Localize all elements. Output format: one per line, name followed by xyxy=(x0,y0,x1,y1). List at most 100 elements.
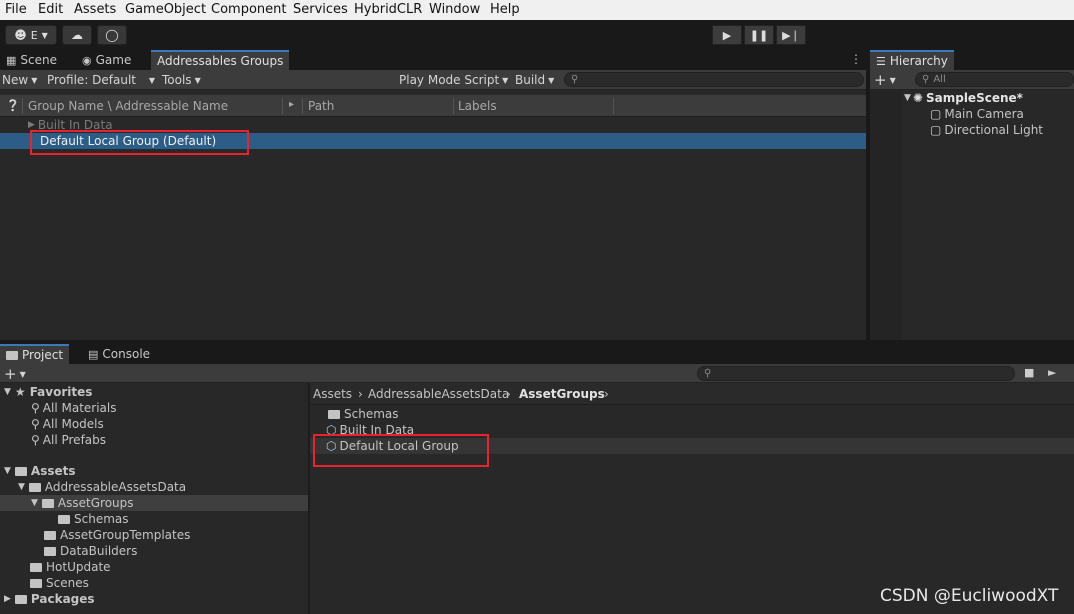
account-icon: ☻ xyxy=(14,28,27,42)
new-dropdown[interactable]: New ▼ xyxy=(2,72,37,88)
tools-dropdown[interactable]: Tools ▼ xyxy=(162,72,201,88)
tree-label: All Materials xyxy=(42,401,117,415)
tab-game[interactable]: ◉ Game xyxy=(82,50,131,70)
folder-icon xyxy=(6,350,18,360)
collapse-arrow-icon[interactable]: ▼ xyxy=(18,482,25,492)
scene-name: SampleScene* xyxy=(925,91,1023,105)
tab-console-label: Console xyxy=(102,347,151,361)
tree-label: AddressableAssetsData xyxy=(44,480,187,494)
addressables-toolbar: New ▼ Profile: Default ▼ Tools ▼ Play Mo… xyxy=(0,70,866,90)
dropdown-arrow-icon: ▼ xyxy=(502,75,509,85)
folder-icon xyxy=(14,594,27,604)
breadcrumb: Assets › AddressableAssetsData › AssetGr… xyxy=(310,383,1074,405)
tree-item[interactable]: ⚲ All Materials xyxy=(0,400,117,416)
tree-item[interactable]: HotUpdate xyxy=(0,559,111,575)
step-icon: ▶❘ xyxy=(782,28,800,42)
gamepad-icon: ◉ xyxy=(82,53,92,67)
folder-open-icon xyxy=(28,482,41,492)
tree-item[interactable]: ⚲ All Prefabs xyxy=(0,432,106,448)
menu-edit[interactable]: Edit xyxy=(38,2,63,17)
collab-settings-button[interactable]: ◯ xyxy=(97,25,127,45)
tree-item[interactable]: AssetGroupTemplates xyxy=(0,527,190,543)
breadcrumb-item[interactable]: Assets xyxy=(313,387,352,401)
addressables-search-input[interactable]: ⚲ xyxy=(564,72,864,87)
gameobject-cube-icon: ▢ xyxy=(930,123,942,137)
more-options-icon[interactable]: ⋮ xyxy=(850,52,862,66)
help-icon[interactable]: ❔ xyxy=(6,99,20,112)
tree-label: AssetGroupTemplates xyxy=(60,528,191,542)
play-button[interactable]: ▶ xyxy=(712,25,742,45)
tree-label: Scenes xyxy=(46,576,89,590)
account-dropdown[interactable]: ☻ E ▼ xyxy=(5,25,57,45)
tree-item[interactable]: ⚲ All Models xyxy=(0,416,104,432)
project-create-dropdown[interactable]: + ▼ xyxy=(4,365,26,383)
collapse-arrow-icon[interactable]: ▼ xyxy=(4,466,11,476)
tab-project-label: Project xyxy=(22,348,64,362)
tree-item[interactable]: DataBuilders xyxy=(0,543,137,559)
label-tag-icon[interactable]: ► xyxy=(1048,366,1056,379)
create-dropdown[interactable]: + ▼ xyxy=(874,71,896,89)
tree-item[interactable]: Scenes xyxy=(0,575,89,591)
menu-window[interactable]: Window xyxy=(429,2,480,17)
settings-icon: ◯ xyxy=(105,28,119,42)
tab-scene[interactable]: ▦ Scene xyxy=(6,50,57,70)
play-mode-script-dropdown[interactable]: Play Mode Script ▼ xyxy=(399,72,508,88)
cloud-button[interactable]: ☁ xyxy=(62,25,92,45)
tab-addressables-groups[interactable]: Addressables Groups xyxy=(151,50,290,70)
tree-assets[interactable]: ▼ Assets xyxy=(0,463,76,479)
menu-component[interactable]: Component xyxy=(211,2,286,17)
breadcrumb-item-current[interactable]: AssetGroups xyxy=(519,387,605,401)
column-path[interactable]: Path xyxy=(308,99,334,113)
folder-icon xyxy=(58,514,70,524)
tree-item-selected[interactable]: ▼ AssetGroups xyxy=(0,495,308,511)
collapse-arrow-icon[interactable]: ▼ xyxy=(31,498,38,508)
build-dropdown[interactable]: Build ▼ xyxy=(515,72,554,88)
menu-help[interactable]: Help xyxy=(490,2,520,17)
expand-arrow-icon[interactable]: ▶ xyxy=(4,594,11,604)
list-item[interactable]: ▢ Main Camera xyxy=(870,106,1074,122)
dropdown-arrow-icon: ▼ xyxy=(31,75,38,85)
list-item[interactable]: ▢ Directional Light xyxy=(870,122,1074,138)
column-labels[interactable]: Labels xyxy=(458,99,497,113)
dropdown-arrow-icon: ▼ xyxy=(19,369,26,379)
scene-tab-strip: ▦ Scene ◉ Game Addressables Groups ⋮ xyxy=(0,50,866,70)
tab-console[interactable]: ▤ Console xyxy=(88,344,150,364)
tools-label: Tools xyxy=(162,73,192,87)
tab-hierarchy[interactable]: ☰ Hierarchy xyxy=(870,50,954,70)
breadcrumb-item[interactable]: AddressableAssetsData xyxy=(368,387,509,401)
menu-file[interactable]: File xyxy=(5,2,27,17)
folder-icon xyxy=(14,466,27,476)
tree-packages[interactable]: ▶ Packages xyxy=(0,591,95,607)
expand-arrow-icon[interactable]: ▶ xyxy=(28,120,35,130)
grid-icon: ▦ xyxy=(6,53,17,67)
watermark: CSDN @EucliwoodXT xyxy=(880,586,1059,606)
tree-item[interactable]: Schemas xyxy=(0,511,129,527)
tree-favorites[interactable]: ▼ ★ Favorites xyxy=(0,384,92,400)
tree-label: Assets xyxy=(30,464,76,478)
column-group-name[interactable]: Group Name \ Addressable Name xyxy=(28,99,228,113)
tab-project[interactable]: Project xyxy=(0,344,70,364)
tab-addressables-label: Addressables Groups xyxy=(157,54,284,68)
menu-assets[interactable]: Assets xyxy=(74,2,116,17)
hierarchy-scene-row[interactable]: ▼ ✺ SampleScene* xyxy=(870,90,1074,106)
project-toolbar: + ▼ ⚲ ■ ► xyxy=(0,364,1074,383)
menu-gameobject[interactable]: GameObject xyxy=(125,2,206,17)
dropdown-arrow-icon: ▼ xyxy=(889,75,896,85)
tree-label: All Models xyxy=(42,417,104,431)
pause-button[interactable]: ❚❚ xyxy=(744,25,774,45)
project-search-input[interactable]: ⚲ xyxy=(697,366,1015,381)
profile-dropdown[interactable]: Profile: Default ▼ xyxy=(47,72,157,88)
step-button[interactable]: ▶❘ xyxy=(776,25,806,45)
folder-open-icon xyxy=(41,498,54,508)
search-icon: ⚲ xyxy=(31,433,40,447)
hierarchy-search-input[interactable]: ⚲ All xyxy=(915,72,1074,87)
menu-hybridclr[interactable]: HybridCLR xyxy=(354,2,422,17)
search-by-type-icon[interactable]: ■ xyxy=(1024,366,1034,379)
list-item[interactable]: Schemas xyxy=(310,406,399,422)
collapse-arrow-icon[interactable]: ▼ xyxy=(4,387,11,397)
menu-services[interactable]: Services xyxy=(293,2,348,17)
tab-hierarchy-label: Hierarchy xyxy=(889,54,948,68)
folder-icon xyxy=(30,562,42,572)
collapse-arrow-icon[interactable]: ▼ xyxy=(904,93,911,103)
tree-item[interactable]: ▼ AddressableAssetsData xyxy=(0,479,186,495)
